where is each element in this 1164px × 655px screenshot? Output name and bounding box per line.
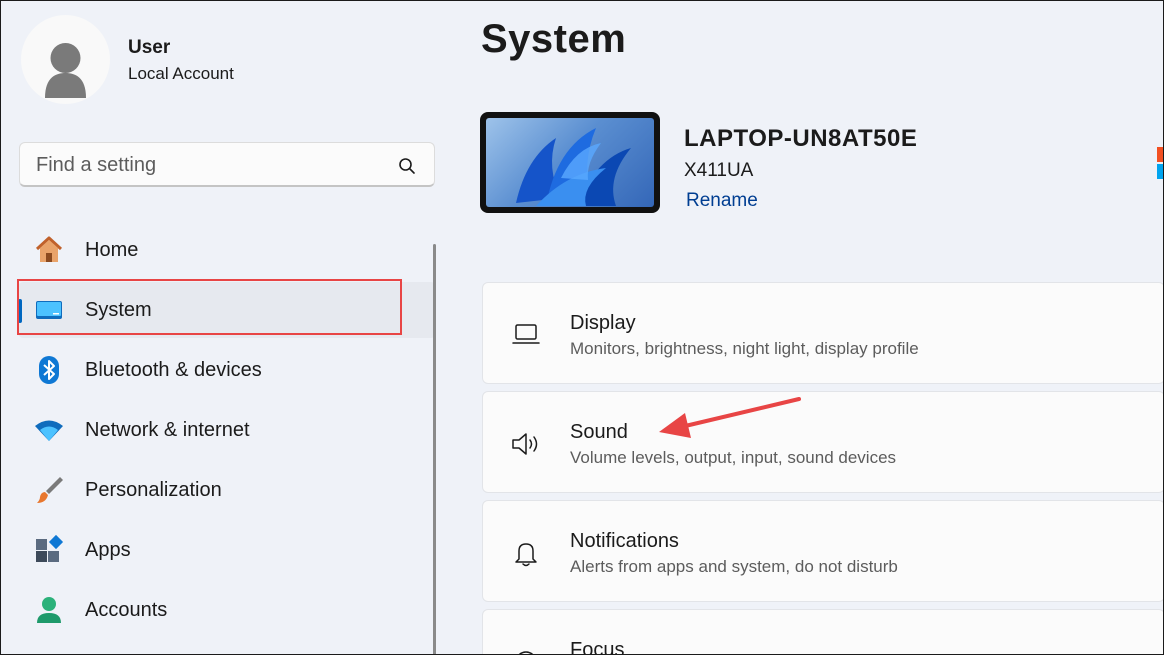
bluetooth-icon (39, 356, 59, 384)
search-input[interactable] (36, 151, 376, 179)
card-description: Volume levels, output, input, sound devi… (570, 448, 897, 467)
sidebar-item-apps[interactable]: Apps (18, 522, 436, 578)
sidebar-item-label: Apps (85, 539, 131, 561)
apps-icon (36, 534, 64, 562)
annotation-arrow-icon (659, 397, 801, 438)
home-icon (35, 236, 63, 262)
device-model: X411UA (684, 160, 754, 181)
brush-icon (37, 477, 63, 503)
search-box[interactable] (19, 142, 435, 187)
annotation-highlight-box (17, 279, 402, 335)
sound-card[interactable]: Sound Volume levels, output, input, soun… (482, 391, 1163, 493)
logo-blue-square (1157, 164, 1163, 179)
focus-card[interactable]: Focus (482, 609, 1163, 655)
card-description: Monitors, brightness, night light, displ… (570, 339, 919, 358)
rename-link[interactable]: Rename (686, 190, 758, 212)
bloom-wallpaper-icon (516, 128, 631, 206)
account-type: Local Account (128, 64, 234, 83)
focus-icon (518, 651, 534, 654)
laptop-icon (512, 324, 540, 344)
sidebar-item-home[interactable]: Home (18, 222, 436, 278)
sidebar-item-bluetooth-devices[interactable]: Bluetooth & devices (18, 342, 436, 398)
sidebar-item-label: Home (85, 239, 139, 261)
sidebar-scrollbar[interactable] (433, 244, 436, 654)
card-title: Display (570, 312, 636, 334)
device-thumbnail (480, 112, 660, 213)
card-title: Focus (570, 639, 625, 655)
speaker-icon (512, 433, 538, 455)
card-title: Notifications (570, 530, 679, 552)
device-name: LAPTOP-UN8AT50E (684, 125, 918, 152)
search-icon[interactable] (398, 157, 416, 175)
logo-red-square (1157, 147, 1163, 162)
wallpaper-image (486, 118, 654, 207)
person-icon (45, 43, 86, 98)
settings-window: User Local Account Home System (0, 0, 1164, 655)
sidebar-item-network-internet[interactable]: Network & internet (18, 402, 436, 458)
sidebar-item-label: Personalization (85, 479, 222, 501)
user-avatar[interactable] (21, 15, 110, 104)
sidebar-item-accounts[interactable]: Accounts (18, 582, 436, 638)
sidebar-item-label: Network & internet (85, 419, 250, 441)
page-title: System (481, 17, 627, 61)
windows-logo-icon (1157, 147, 1163, 179)
user-name: User (128, 37, 171, 58)
sidebar-item-personalization[interactable]: Personalization (18, 462, 436, 518)
sidebar-item-label: Accounts (85, 599, 168, 621)
notifications-card[interactable]: Notifications Alerts from apps and syste… (482, 500, 1163, 602)
card-description: Alerts from apps and system, do not dist… (570, 557, 898, 576)
account-icon (37, 597, 61, 623)
bell-icon (515, 543, 537, 567)
sidebar-item-label: Bluetooth & devices (85, 359, 262, 381)
display-card[interactable]: Display Monitors, brightness, night ligh… (482, 282, 1163, 384)
card-title: Sound (570, 421, 628, 443)
settings-list: Display Monitors, brightness, night ligh… (482, 282, 1163, 655)
wifi-icon (35, 420, 63, 441)
